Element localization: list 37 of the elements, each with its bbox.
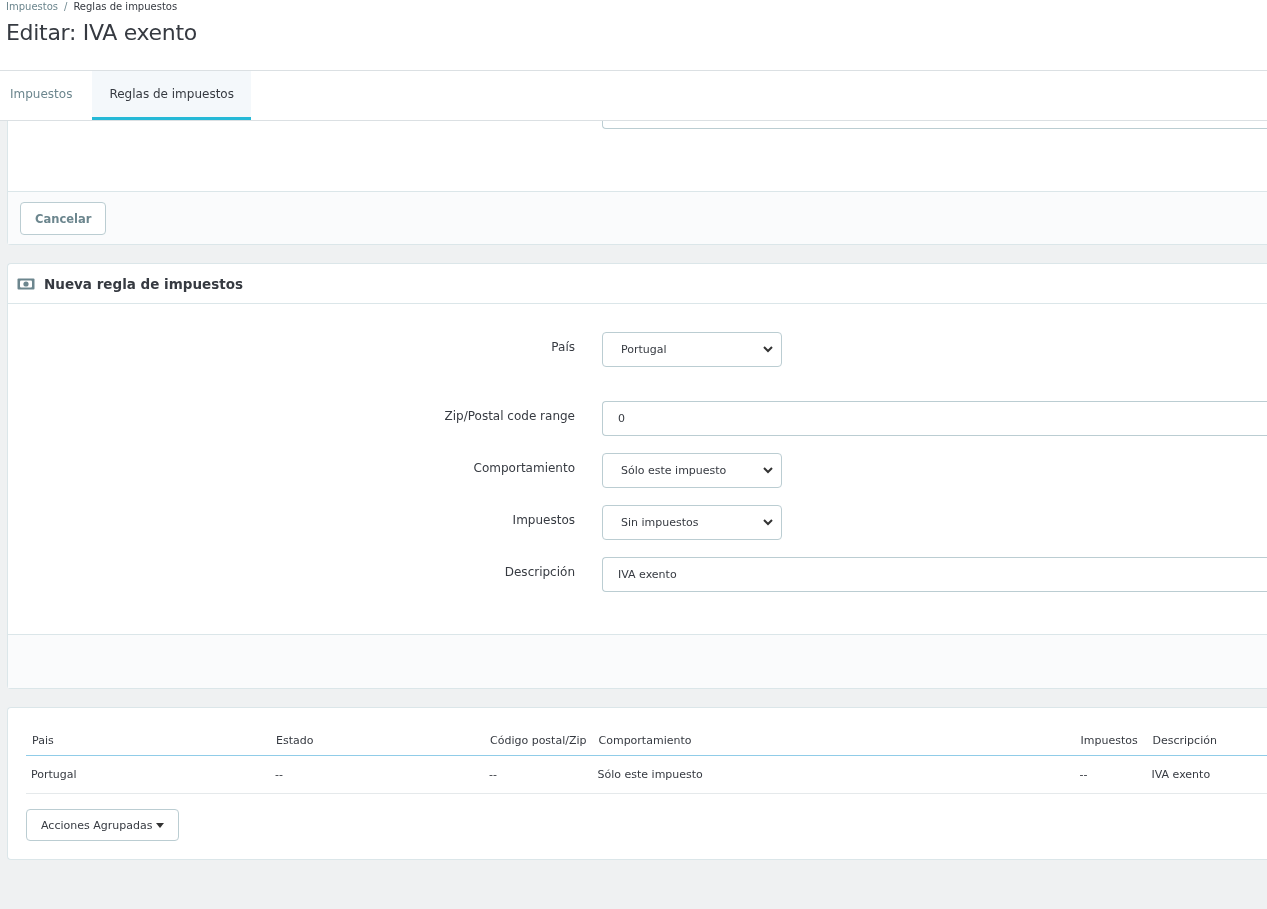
bulk-actions-button[interactable]: Acciones Agrupadas — [26, 809, 180, 841]
field-label: Comportamiento — [472, 460, 575, 475]
breadcrumb-item: Reglas de impuestos — [73, 1, 178, 12]
chevron-down-icon — [763, 519, 773, 526]
field-label: Impuestos — [511, 512, 575, 527]
column-header: Pais — [26, 726, 270, 756]
breadcrumb-separator: / — [64, 1, 68, 12]
chevron-down-icon — [763, 467, 773, 474]
field-label: País — [550, 339, 575, 354]
table-cell: -- — [270, 755, 484, 794]
breadcrumb-item[interactable]: Impuestos — [6, 1, 58, 12]
table-cell: -- — [1074, 755, 1147, 794]
cancel-button[interactable]: Cancelar — [20, 202, 107, 235]
tab[interactable]: Impuestos — [0, 71, 83, 120]
table-cell: Sólo este impuesto — [592, 755, 1075, 794]
input-field[interactable]: IVA exento — [602, 557, 1267, 592]
tab[interactable]: Reglas de impuestos — [92, 71, 251, 120]
chevron-down-icon — [763, 346, 773, 353]
column-header: Código postal/Zip — [484, 726, 593, 756]
field-label: Zip/Postal code range — [443, 408, 575, 423]
caret-icon — [156, 822, 165, 828]
banknote-icon — [17, 277, 35, 290]
table-cell: -- — [484, 755, 593, 794]
column-header: Estado — [270, 726, 484, 756]
dropdown[interactable]: Sólo este impuesto — [602, 453, 782, 488]
column-header: Descripción — [1146, 726, 1267, 756]
input-field[interactable]: 0 — [602, 401, 1267, 436]
column-header: Impuestos — [1074, 726, 1147, 756]
page-title: Editar: IVA exento — [6, 20, 198, 45]
table-cell: Portugal — [26, 755, 270, 794]
panel-title: Nueva regla de impuestos — [44, 275, 244, 292]
input-field[interactable] — [602, 121, 1267, 129]
column-header: Comportamiento — [592, 726, 1075, 756]
field-label: Descripción — [503, 564, 575, 579]
dropdown[interactable]: Portugal — [602, 332, 782, 367]
dropdown[interactable]: Sin impuestos — [602, 505, 782, 540]
table-cell: IVA exento — [1146, 755, 1267, 794]
